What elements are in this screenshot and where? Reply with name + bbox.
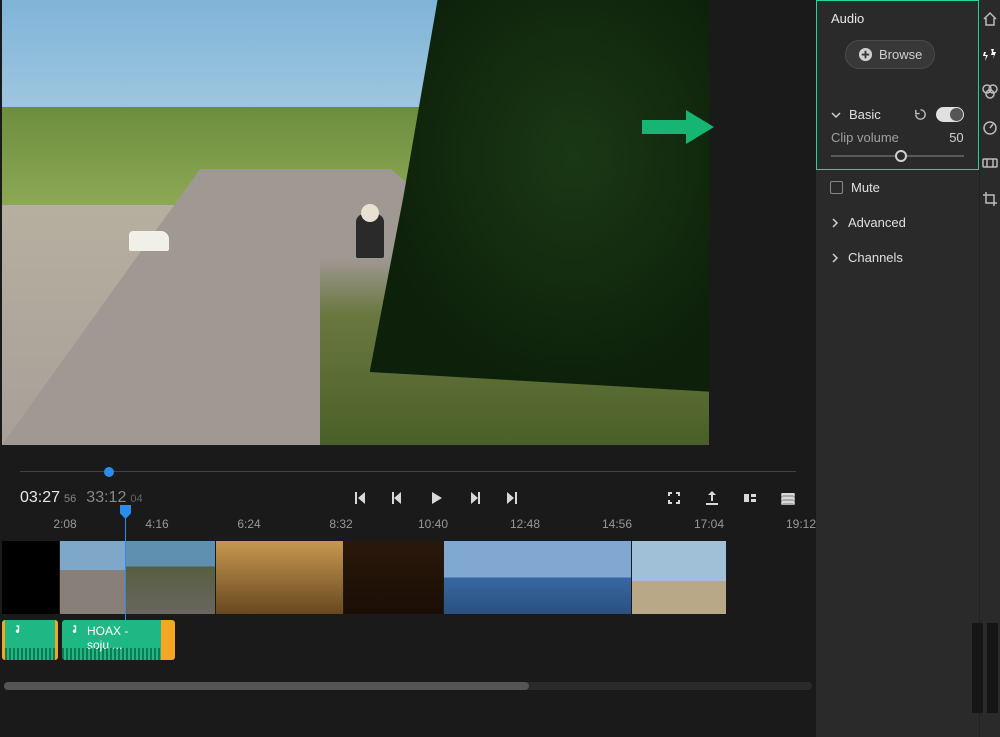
play-icon[interactable]: [428, 490, 444, 506]
video-clip[interactable]: [216, 541, 344, 614]
channels-section-header[interactable]: Channels: [816, 240, 979, 275]
mini-seek-track[interactable]: [20, 463, 796, 481]
ruler-tick: 2:08: [50, 517, 80, 531]
speed-icon[interactable]: [981, 118, 999, 136]
audio-clip[interactable]: [2, 620, 58, 660]
ruler-tick: 6:24: [234, 517, 264, 531]
video-clip[interactable]: [632, 541, 727, 614]
video-clip[interactable]: [60, 541, 126, 614]
browse-button[interactable]: Browse: [845, 40, 935, 69]
crop-icon[interactable]: [981, 190, 999, 208]
audio-meters: [972, 623, 998, 713]
skip-back-icon[interactable]: [352, 490, 368, 506]
chevron-right-icon: [830, 253, 840, 263]
audio-clip[interactable]: HOAX - soju ...: [62, 620, 175, 660]
timeline[interactable]: HOAX - soju ...: [0, 535, 816, 660]
export-icon[interactable]: [704, 490, 720, 506]
horizontal-scrollbar[interactable]: [4, 682, 812, 690]
step-back-icon[interactable]: [390, 490, 406, 506]
clip-volume-value[interactable]: 50: [949, 130, 963, 145]
basic-toggle[interactable]: [936, 107, 964, 122]
ruler-tick: 17:04: [694, 517, 724, 531]
mute-checkbox[interactable]: [830, 181, 843, 194]
video-track[interactable]: [2, 541, 814, 614]
slider-knob[interactable]: [895, 150, 907, 162]
effects-icon[interactable]: [981, 46, 999, 64]
plus-circle-icon: [858, 47, 873, 62]
audio-track[interactable]: HOAX - soju ...: [2, 620, 814, 660]
reset-icon[interactable]: [913, 107, 928, 122]
skip-forward-icon[interactable]: [504, 490, 520, 506]
home-icon[interactable]: [981, 10, 999, 28]
video-clip[interactable]: [2, 541, 60, 614]
current-time: 03:27: [20, 489, 60, 507]
video-preview[interactable]: [2, 0, 709, 445]
ruler-tick: 8:32: [326, 517, 356, 531]
clip-volume-slider[interactable]: [831, 155, 964, 157]
video-clip[interactable]: [444, 541, 632, 614]
ruler-tick: 19:12: [786, 517, 816, 531]
music-note-icon: [70, 624, 81, 635]
ruler-tick: 10:40: [418, 517, 448, 531]
basic-section-header[interactable]: Basic: [817, 97, 978, 128]
chevron-right-icon: [830, 218, 840, 228]
advanced-section-header[interactable]: Advanced: [816, 205, 979, 240]
ruler-tick: 4:16: [142, 517, 172, 531]
ruler-tick: 12:48: [510, 517, 540, 531]
mini-playhead[interactable]: [104, 467, 114, 477]
ruler-tick: 14:56: [602, 517, 632, 531]
panel-title: Audio: [817, 1, 978, 40]
video-clip[interactable]: [126, 541, 216, 614]
step-forward-icon[interactable]: [466, 490, 482, 506]
mute-row[interactable]: Mute: [816, 170, 979, 205]
audio-icon[interactable]: [981, 154, 999, 172]
video-clip[interactable]: [344, 541, 444, 614]
audio-panel: Audio Browse Basic Clip volume 50: [816, 0, 979, 737]
fullscreen-icon[interactable]: [666, 490, 682, 506]
layout-icon[interactable]: [742, 490, 758, 506]
menu-icon[interactable]: [780, 490, 796, 506]
color-icon[interactable]: [981, 82, 999, 100]
total-time: 33:12: [86, 489, 126, 507]
music-note-icon: [13, 624, 24, 635]
chevron-down-icon: [831, 110, 841, 120]
